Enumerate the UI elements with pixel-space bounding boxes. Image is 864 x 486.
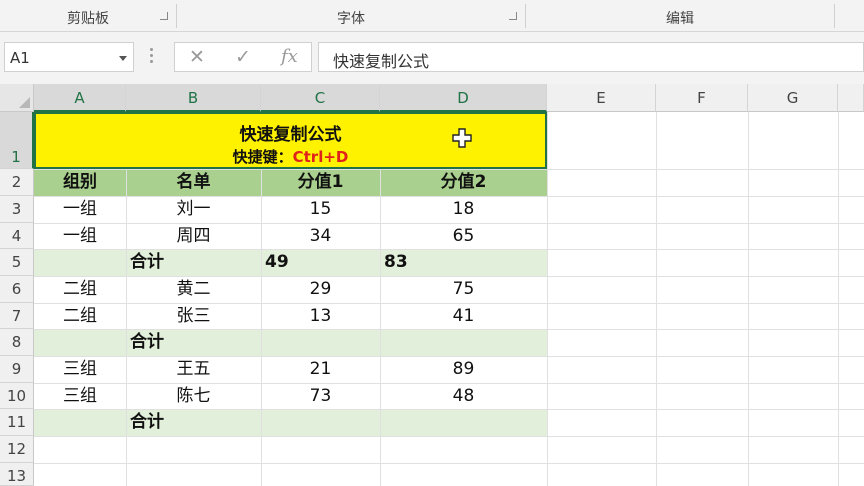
row-header-4[interactable]: 4 — [0, 223, 34, 249]
row-header-7[interactable]: 7 — [0, 303, 34, 329]
subtotal-value[interactable]: 49 — [265, 249, 289, 275]
row-header-11[interactable]: 11 — [0, 409, 34, 436]
ribbon-group-bar: 剪贴板 字体 编辑 — [0, 0, 864, 32]
table-cell[interactable]: 75 — [380, 276, 547, 302]
table-cell[interactable]: 刘一 — [126, 196, 261, 222]
ribbon-divider — [834, 4, 835, 28]
drag-handle-icon[interactable] — [150, 48, 154, 66]
cancel-icon[interactable]: ✕ — [189, 46, 205, 68]
worksheet-grid[interactable]: A B C D E F G 1 2 3 4 5 6 7 8 9 10 11 12… — [0, 84, 864, 486]
table-cell[interactable]: 34 — [261, 223, 380, 249]
subtotal-row-fill — [34, 329, 547, 356]
table-cell[interactable]: 张三 — [126, 303, 261, 329]
editing-group-label: 编辑 — [666, 11, 694, 27]
row-header-2[interactable]: 2 — [0, 169, 34, 196]
name-box-value: A1 — [10, 49, 30, 67]
table-cell[interactable]: 65 — [380, 223, 547, 249]
formula-buttons: ✕ ✓ fx — [174, 42, 312, 72]
row-header-6[interactable]: 6 — [0, 276, 34, 303]
row-header-8[interactable]: 8 — [0, 329, 34, 356]
shortcut-key: Ctrl+D — [292, 148, 349, 166]
row-header-9[interactable]: 9 — [0, 356, 34, 383]
gridline — [34, 436, 864, 437]
subtotal-row-fill — [34, 409, 547, 436]
table-cell[interactable]: 15 — [261, 196, 380, 222]
column-header-a[interactable]: A — [34, 84, 126, 112]
chevron-down-icon[interactable] — [119, 56, 127, 61]
table-cell[interactable]: 二组 — [34, 276, 126, 302]
column-header-h[interactable] — [838, 84, 864, 112]
insert-function-icon[interactable]: fx — [281, 46, 298, 67]
font-launcher-icon[interactable] — [509, 12, 517, 20]
row-header-3[interactable]: 3 — [0, 196, 34, 223]
subtotal-label[interactable]: 合计 — [130, 409, 164, 435]
table-cell[interactable]: 41 — [380, 303, 547, 329]
table-cell[interactable]: 二组 — [34, 303, 126, 329]
table-cell[interactable]: 周四 — [126, 223, 261, 249]
table-cell[interactable]: 陈七 — [126, 383, 261, 409]
header-cell-score2[interactable]: 分值2 — [380, 169, 547, 195]
select-all-button[interactable] — [0, 84, 34, 112]
formula-value: 快速复制公式 — [333, 52, 430, 71]
column-header-b[interactable]: B — [126, 84, 261, 112]
table-cell[interactable]: 一组 — [34, 223, 126, 249]
column-header-f[interactable]: F — [656, 84, 748, 112]
table-cell[interactable]: 13 — [261, 303, 380, 329]
shortcut-line: 快捷键：Ctrl+D — [36, 146, 545, 167]
table-cell[interactable]: 18 — [380, 196, 547, 222]
gridline — [34, 463, 864, 464]
table-cell[interactable]: 黄二 — [126, 276, 261, 302]
select-all-icon — [19, 97, 30, 108]
table-cell[interactable]: 三组 — [34, 356, 126, 382]
row-header-12[interactable]: 12 — [0, 436, 34, 463]
subtotal-value[interactable]: 83 — [384, 249, 408, 275]
column-header-e[interactable]: E — [547, 84, 656, 112]
formula-input[interactable]: 快速复制公式 — [318, 42, 864, 72]
row-header-10[interactable]: 10 — [0, 383, 34, 409]
table-cell[interactable]: 21 — [261, 356, 380, 382]
move-cursor-icon — [452, 128, 472, 148]
name-box[interactable]: A1 — [4, 42, 134, 72]
row-header-1[interactable]: 1 — [0, 112, 34, 169]
subtotal-label[interactable]: 合计 — [130, 329, 164, 355]
table-cell[interactable]: 73 — [261, 383, 380, 409]
table-cell[interactable]: 三组 — [34, 383, 126, 409]
header-cell-group[interactable]: 组别 — [34, 169, 126, 195]
subtotal-label[interactable]: 合计 — [130, 249, 164, 275]
enter-icon[interactable]: ✓ — [235, 46, 251, 68]
shortcut-label: 快捷键： — [232, 148, 293, 166]
table-cell[interactable]: 48 — [380, 383, 547, 409]
table-cell[interactable]: 29 — [261, 276, 380, 302]
table-cell[interactable]: 王五 — [126, 356, 261, 382]
formula-bar: A1 ✕ ✓ fx 快速复制公式 — [0, 32, 864, 84]
table-cell[interactable]: 一组 — [34, 196, 126, 222]
clipboard-launcher-icon[interactable] — [160, 12, 168, 20]
clipboard-group-label: 剪贴板 — [67, 11, 109, 27]
column-header-g[interactable]: G — [748, 84, 838, 112]
column-header-c[interactable]: C — [261, 84, 380, 112]
ribbon-group-editing: 编辑 — [526, 0, 834, 32]
ribbon-group-clipboard: 剪贴板 — [0, 0, 176, 32]
subtotal-row-fill — [34, 249, 547, 276]
ribbon-group-font: 字体 — [177, 0, 525, 32]
column-header-d[interactable]: D — [380, 84, 547, 112]
row-header-13[interactable]: 13 — [0, 463, 34, 486]
table-cell[interactable]: 89 — [380, 356, 547, 382]
header-cell-score1[interactable]: 分值1 — [261, 169, 380, 195]
header-cell-name[interactable]: 名单 — [126, 169, 261, 195]
font-group-label: 字体 — [337, 11, 365, 27]
row-header-5[interactable]: 5 — [0, 249, 34, 276]
